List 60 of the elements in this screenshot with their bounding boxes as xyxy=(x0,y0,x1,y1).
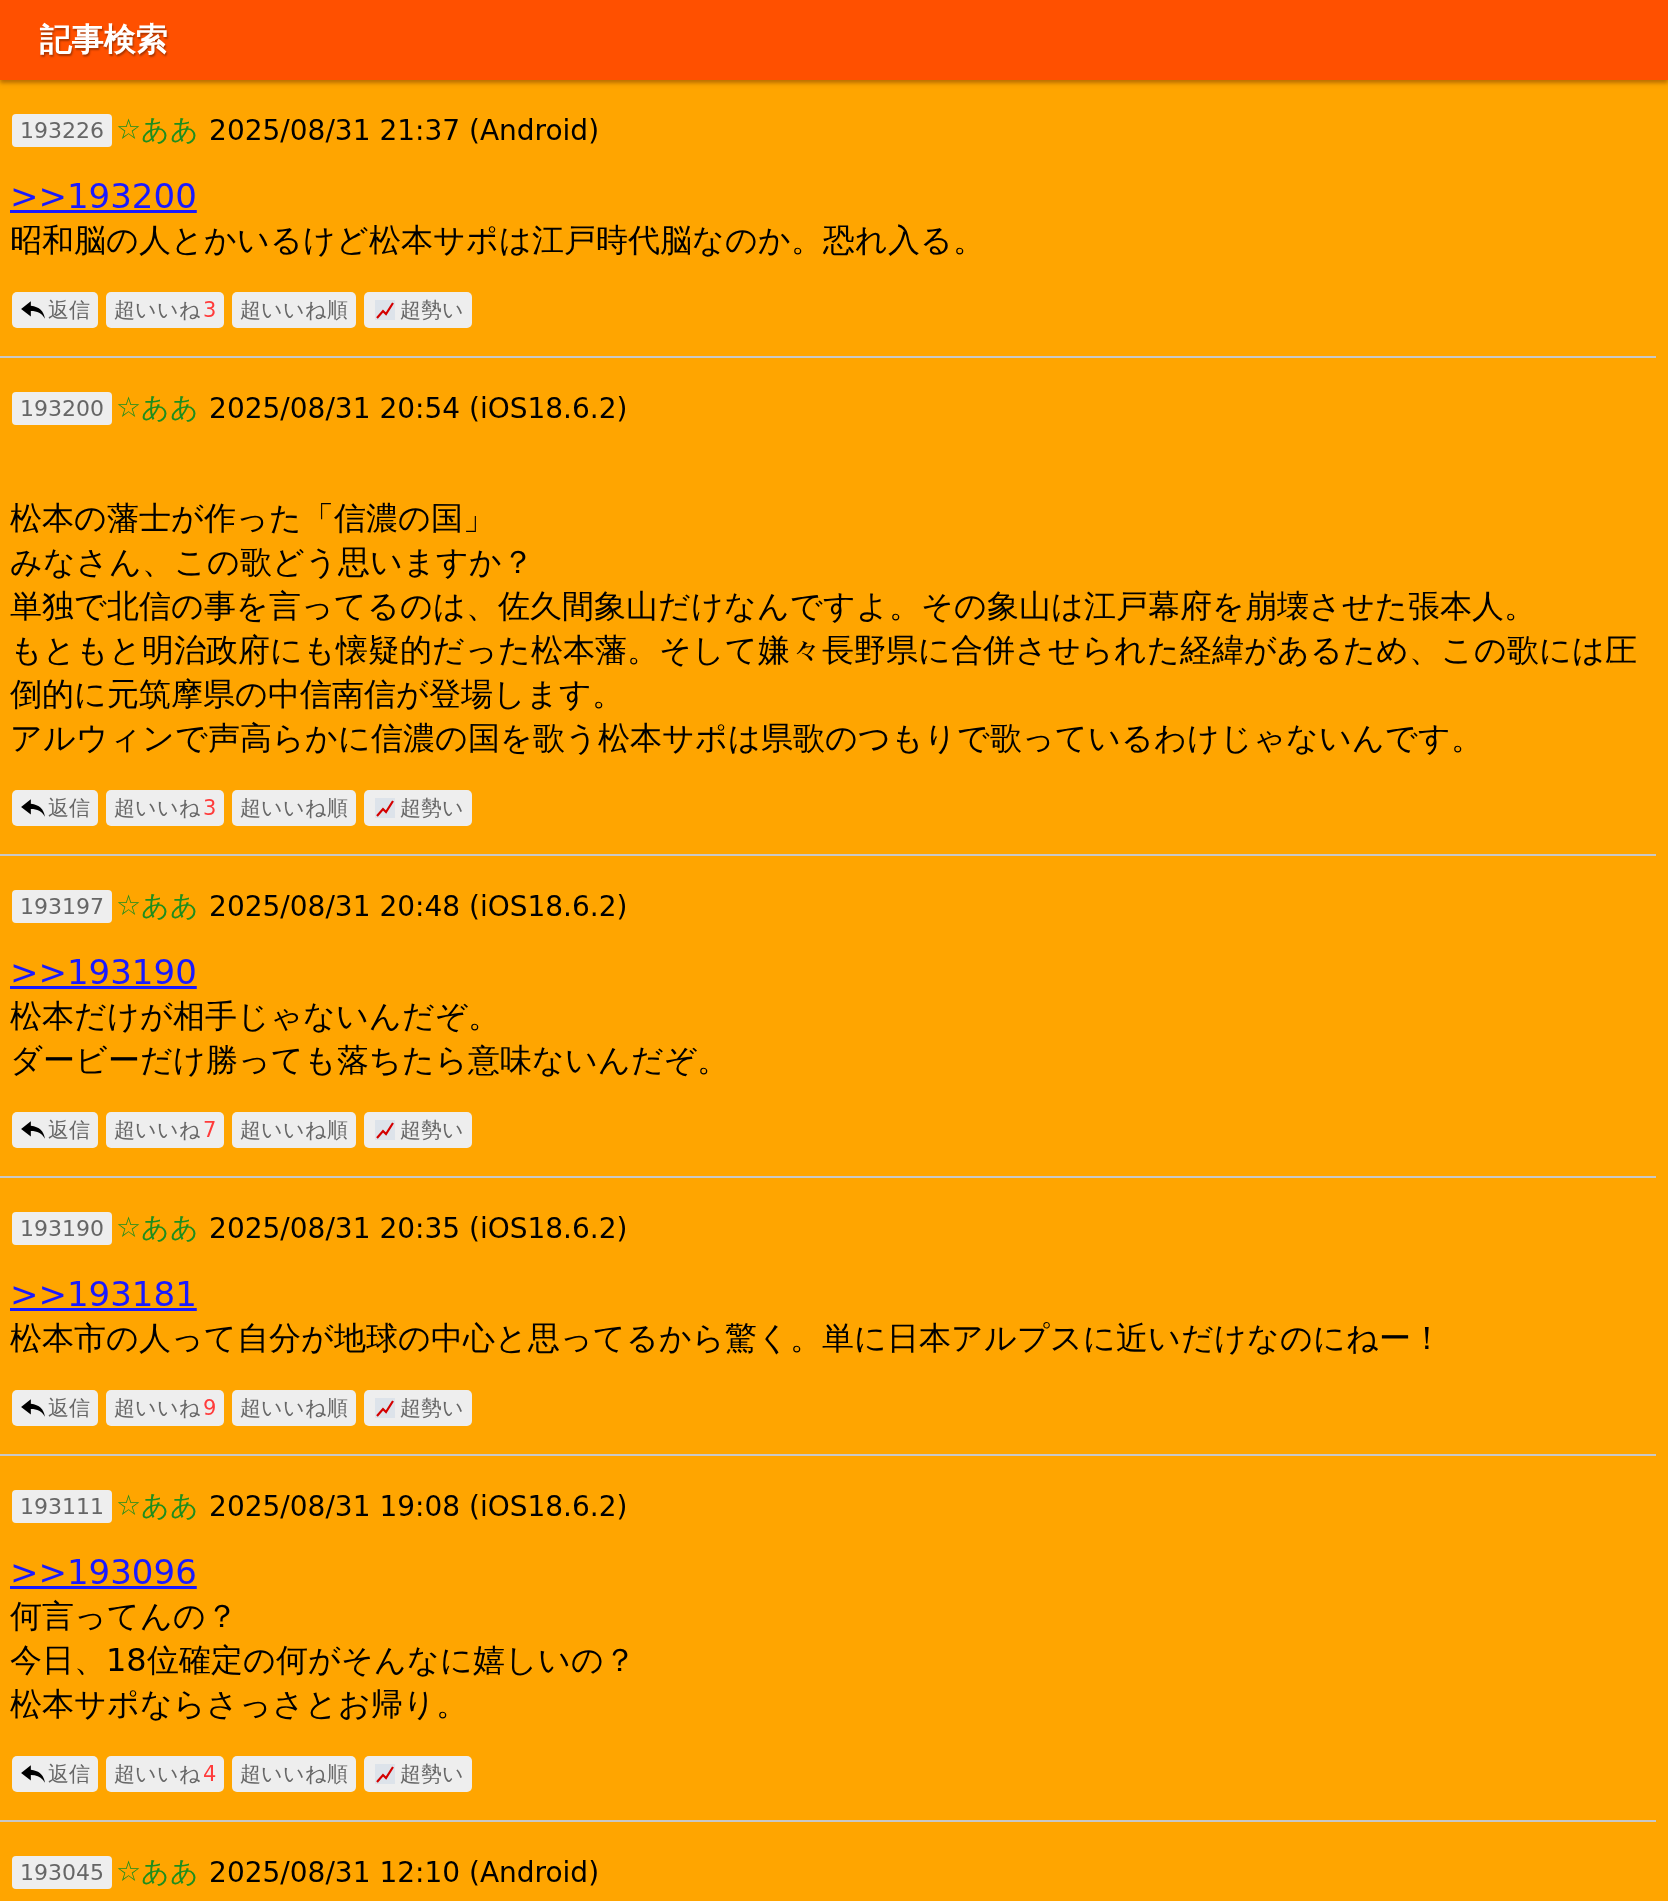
reply-button[interactable]: 返信 xyxy=(12,292,98,328)
reply-button[interactable]: 返信 xyxy=(12,790,98,826)
reply-button[interactable]: 返信 xyxy=(12,1112,98,1148)
poster-name: ☆ああ xyxy=(116,1854,200,1890)
poster-name: ☆ああ xyxy=(116,390,200,426)
reply-arrow-icon xyxy=(20,299,46,321)
post-text-line: 松本の藩士が作った「信濃の国」 xyxy=(10,498,496,539)
reply-arrow-icon xyxy=(20,1397,46,1419)
like-button[interactable]: 超いいね3 xyxy=(106,790,225,826)
poster-name: ☆ああ xyxy=(116,888,200,924)
sort-button[interactable]: 超いいね順 xyxy=(232,292,357,328)
trend-button[interactable]: 超勢い xyxy=(364,790,473,826)
post-text-line: 松本サポならさっさとお帰り。 xyxy=(10,1684,469,1725)
post-text-line: 何言ってんの？ xyxy=(10,1596,239,1637)
post-number[interactable]: 193045 xyxy=(12,1855,112,1889)
trend-button[interactable]: 超勢い xyxy=(364,1390,473,1426)
like-button[interactable]: 超いいね4 xyxy=(106,1756,225,1792)
post-number[interactable]: 193111 xyxy=(12,1489,112,1523)
poster-name: ☆ああ xyxy=(116,1210,200,1246)
post-number[interactable]: 193190 xyxy=(12,1211,112,1245)
post-number[interactable]: 193226 xyxy=(12,113,112,147)
post-text-line: 昭和脳の人とかいるけど松本サポは江戸時代脳なのか。恐れ入る。 xyxy=(10,220,986,261)
post-text-line: 松本市の人って自分が地球の中心と思ってるから驚く。単に日本アルプスに近いだけなのにねー！ xyxy=(10,1318,1444,1359)
post-number[interactable]: 193197 xyxy=(12,889,112,923)
page-title: 記事検索 xyxy=(40,19,168,60)
reply-button[interactable]: 返信 xyxy=(12,1390,98,1426)
post-datetime: 2025/08/31 12:10 (Android) xyxy=(209,1855,600,1889)
like-button[interactable]: 超いいね3 xyxy=(106,292,225,328)
like-button[interactable]: 超いいね7 xyxy=(106,1112,225,1148)
reply-link[interactable]: >>193190 xyxy=(10,952,197,992)
reply-link[interactable]: >>193200 xyxy=(10,176,197,216)
reply-link[interactable]: >>193181 xyxy=(10,1274,197,1314)
reply-link[interactable]: >>193096 xyxy=(10,1552,197,1592)
sort-button[interactable]: 超いいね順 xyxy=(232,1112,357,1148)
post-text-line: 松本だけが相手じゃないんだぞ。 xyxy=(10,996,501,1037)
trend-button[interactable]: 超勢い xyxy=(364,1112,473,1148)
like-button[interactable]: 超いいね9 xyxy=(106,1390,225,1426)
reply-arrow-icon xyxy=(20,797,46,819)
sort-button[interactable]: 超いいね順 xyxy=(232,1756,357,1792)
sort-button[interactable]: 超いいね順 xyxy=(232,790,357,826)
post-datetime: 2025/08/31 21:37 (Android) xyxy=(209,113,600,147)
reply-button[interactable]: 返信 xyxy=(12,1756,98,1792)
post-datetime: 2025/08/31 20:35 (iOS18.6.2) xyxy=(209,1211,628,1245)
poster-name: ☆ああ xyxy=(116,1488,200,1524)
post-datetime: 2025/08/31 19:08 (iOS18.6.2) xyxy=(209,1489,628,1523)
post-text-line: 今日、18位確定の何がそんなに嬉しいの？ xyxy=(10,1640,637,1681)
post-text-line: アルウィンで声高らかに信濃の国を歌う松本サポは県歌のつもりで歌っているわけじゃないんです。 xyxy=(10,718,1484,759)
trend-button[interactable]: 超勢い xyxy=(364,1756,473,1792)
post-text-line: 単独で北信の事を言ってるのは、佐久間象山だけなんですよ。その象山は江戸幕府を崩壊させた張本人。 xyxy=(10,586,1537,627)
reply-arrow-icon xyxy=(20,1119,46,1141)
post-text-line: みなさん、この歌どう思いますか？ xyxy=(10,542,535,583)
post-number[interactable]: 193200 xyxy=(12,391,112,425)
post-text-line: ダービーだけ勝っても落ちたら意味ないんだぞ。 xyxy=(10,1040,730,1081)
post-text-line: もともと明治政府にも懐疑的だった松本藩。そして嫌々長野県に合併させられた経緯があるため、この歌には圧倒的に元筑摩県の中信南信が登場します。 xyxy=(10,630,1638,715)
trend-button[interactable]: 超勢い xyxy=(364,292,473,328)
poster-name: ☆ああ xyxy=(116,112,200,148)
post-datetime: 2025/08/31 20:54 (iOS18.6.2) xyxy=(209,391,628,425)
reply-arrow-icon xyxy=(20,1763,46,1785)
post-datetime: 2025/08/31 20:48 (iOS18.6.2) xyxy=(209,889,628,923)
sort-button[interactable]: 超いいね順 xyxy=(232,1390,357,1426)
